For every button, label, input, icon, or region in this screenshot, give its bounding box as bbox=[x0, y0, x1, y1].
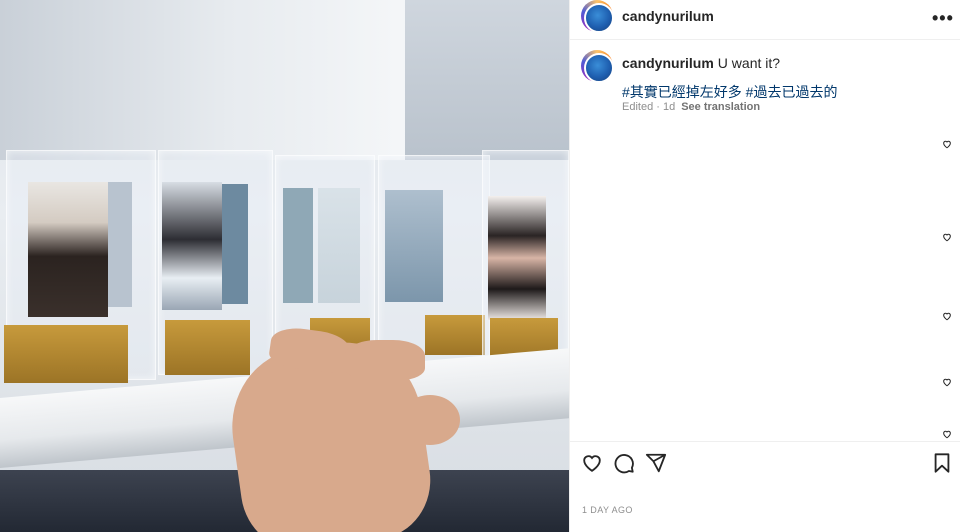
heart-icon[interactable] bbox=[581, 452, 603, 474]
photo-card-portrait bbox=[162, 182, 222, 310]
edited-label: Edited · 1d bbox=[622, 101, 676, 113]
small-heart-icon[interactable] bbox=[942, 139, 952, 149]
small-heart-icon[interactable] bbox=[942, 377, 952, 387]
small-heart-icon[interactable] bbox=[942, 429, 952, 439]
hashtags[interactable]: #其實已經掉左好多 #過去已過去的 bbox=[622, 82, 837, 102]
comment-icon[interactable] bbox=[613, 452, 635, 474]
caption: candynurilum U want it? bbox=[622, 54, 942, 72]
photo-card bbox=[385, 190, 443, 302]
post-panel: candynurilum ••• candynurilum U want it? … bbox=[569, 0, 960, 532]
award-plaque bbox=[165, 320, 250, 375]
photo-rear-wall bbox=[405, 0, 569, 160]
photo-card bbox=[222, 184, 248, 304]
post-photo[interactable] bbox=[0, 0, 569, 532]
post-date[interactable]: 1 DAY AGO bbox=[582, 505, 633, 515]
send-icon[interactable] bbox=[645, 452, 667, 474]
photo-card bbox=[318, 188, 360, 303]
caption-meta: Edited · 1d See translation bbox=[622, 101, 760, 113]
small-heart-icon[interactable] bbox=[942, 232, 952, 242]
photo-card bbox=[108, 182, 132, 307]
hand-finger bbox=[345, 340, 425, 380]
see-translation-link[interactable]: See translation bbox=[681, 101, 760, 113]
photo-card bbox=[283, 188, 313, 303]
photo-card-portrait bbox=[28, 182, 108, 317]
award-plaque bbox=[425, 315, 485, 355]
bookmark-icon[interactable] bbox=[931, 452, 953, 474]
small-heart-icon[interactable] bbox=[942, 311, 952, 321]
hand-thumb bbox=[400, 395, 460, 445]
actions-divider bbox=[570, 441, 960, 442]
caption-avatar[interactable] bbox=[581, 50, 614, 83]
header-username[interactable]: candynurilum bbox=[622, 8, 714, 24]
award-plaque bbox=[4, 325, 128, 383]
photo-card-portrait bbox=[488, 196, 546, 320]
caption-text: U want it? bbox=[717, 55, 781, 71]
post-header: candynurilum ••• bbox=[570, 0, 960, 40]
more-horizontal-icon[interactable]: ••• bbox=[932, 8, 954, 29]
avatar[interactable] bbox=[581, 0, 614, 33]
caption-username[interactable]: candynurilum bbox=[622, 55, 714, 71]
